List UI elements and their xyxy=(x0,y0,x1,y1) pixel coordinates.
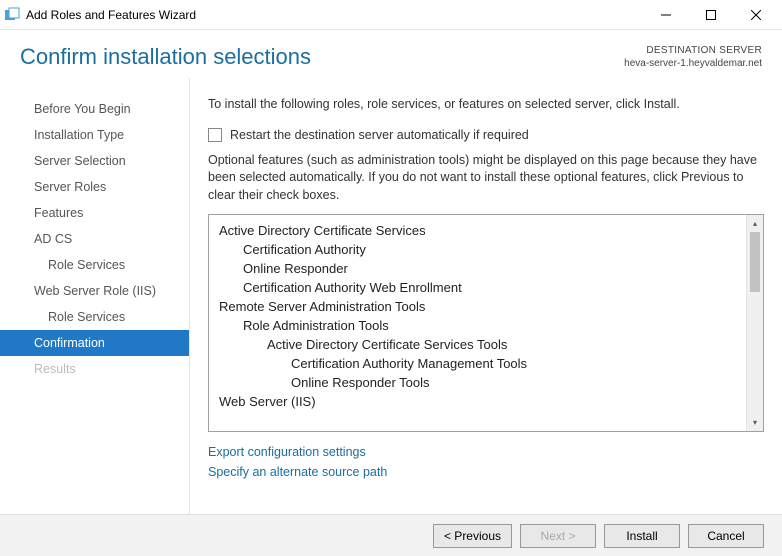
nav-item-web-server-role-iis-[interactable]: Web Server Role (IIS) xyxy=(0,278,189,304)
intro-text: To install the following roles, role ser… xyxy=(208,96,764,114)
restart-checkbox-label: Restart the destination server automatic… xyxy=(230,128,529,142)
nav-item-server-roles[interactable]: Server Roles xyxy=(0,174,189,200)
maximize-button[interactable] xyxy=(688,0,733,30)
titlebar: Add Roles and Features Wizard xyxy=(0,0,782,30)
wizard-footer: < Previous Next > Install Cancel xyxy=(0,514,782,556)
selections-listbox: Active Directory Certificate ServicesCer… xyxy=(208,214,764,432)
install-button[interactable]: Install xyxy=(604,524,680,548)
scrollbar[interactable]: ▴ ▾ xyxy=(746,215,763,431)
next-button: Next > xyxy=(520,524,596,548)
selection-item: Certification Authority xyxy=(219,240,736,259)
nav-item-confirmation[interactable]: Confirmation xyxy=(0,330,189,356)
nav-item-results: Results xyxy=(0,356,189,382)
wizard-nav: Before You BeginInstallation TypeServer … xyxy=(0,78,190,514)
selection-item: Certification Authority Web Enrollment xyxy=(219,278,736,297)
restart-checkbox-row: Restart the destination server automatic… xyxy=(208,128,764,142)
nav-item-server-selection[interactable]: Server Selection xyxy=(0,148,189,174)
alternate-source-link[interactable]: Specify an alternate source path xyxy=(208,462,764,482)
destination-server: DESTINATION SERVER heva-server-1.heyvald… xyxy=(624,44,762,70)
destination-label: DESTINATION SERVER xyxy=(624,44,762,57)
page-header: Confirm installation selections DESTINAT… xyxy=(0,30,782,78)
scroll-thumb[interactable] xyxy=(750,232,760,292)
nav-item-features[interactable]: Features xyxy=(0,200,189,226)
scroll-up-icon[interactable]: ▴ xyxy=(747,215,763,232)
destination-value: heva-server-1.heyvaldemar.net xyxy=(624,57,762,70)
optional-features-note: Optional features (such as administratio… xyxy=(208,152,764,205)
export-config-link[interactable]: Export configuration settings xyxy=(208,442,764,462)
window-title: Add Roles and Features Wizard xyxy=(26,8,643,22)
selection-item: Active Directory Certificate Services To… xyxy=(219,335,736,354)
selection-item: Certification Authority Management Tools xyxy=(219,354,736,373)
previous-button[interactable]: < Previous xyxy=(433,524,512,548)
selection-item: Online Responder Tools xyxy=(219,373,736,392)
links: Export configuration settings Specify an… xyxy=(208,432,764,492)
nav-item-ad-cs[interactable]: AD CS xyxy=(0,226,189,252)
nav-item-before-you-begin[interactable]: Before You Begin xyxy=(0,96,189,122)
selection-item: Online Responder xyxy=(219,259,736,278)
selections-list: Active Directory Certificate ServicesCer… xyxy=(209,215,746,431)
scroll-down-icon[interactable]: ▾ xyxy=(747,414,763,431)
selection-item: Active Directory Certificate Services xyxy=(219,221,736,240)
minimize-button[interactable] xyxy=(643,0,688,30)
page-title: Confirm installation selections xyxy=(20,44,311,70)
cancel-button[interactable]: Cancel xyxy=(688,524,764,548)
selection-item: Role Administration Tools xyxy=(219,316,736,335)
selection-item: Remote Server Administration Tools xyxy=(219,297,736,316)
close-button[interactable] xyxy=(733,0,778,30)
selection-item: Web Server (IIS) xyxy=(219,392,736,411)
nav-item-role-services[interactable]: Role Services xyxy=(0,304,189,330)
nav-item-role-services[interactable]: Role Services xyxy=(0,252,189,278)
nav-item-installation-type[interactable]: Installation Type xyxy=(0,122,189,148)
window-controls xyxy=(643,0,778,30)
app-icon xyxy=(4,7,20,23)
main-panel: To install the following roles, role ser… xyxy=(190,78,782,514)
restart-checkbox[interactable] xyxy=(208,128,222,142)
